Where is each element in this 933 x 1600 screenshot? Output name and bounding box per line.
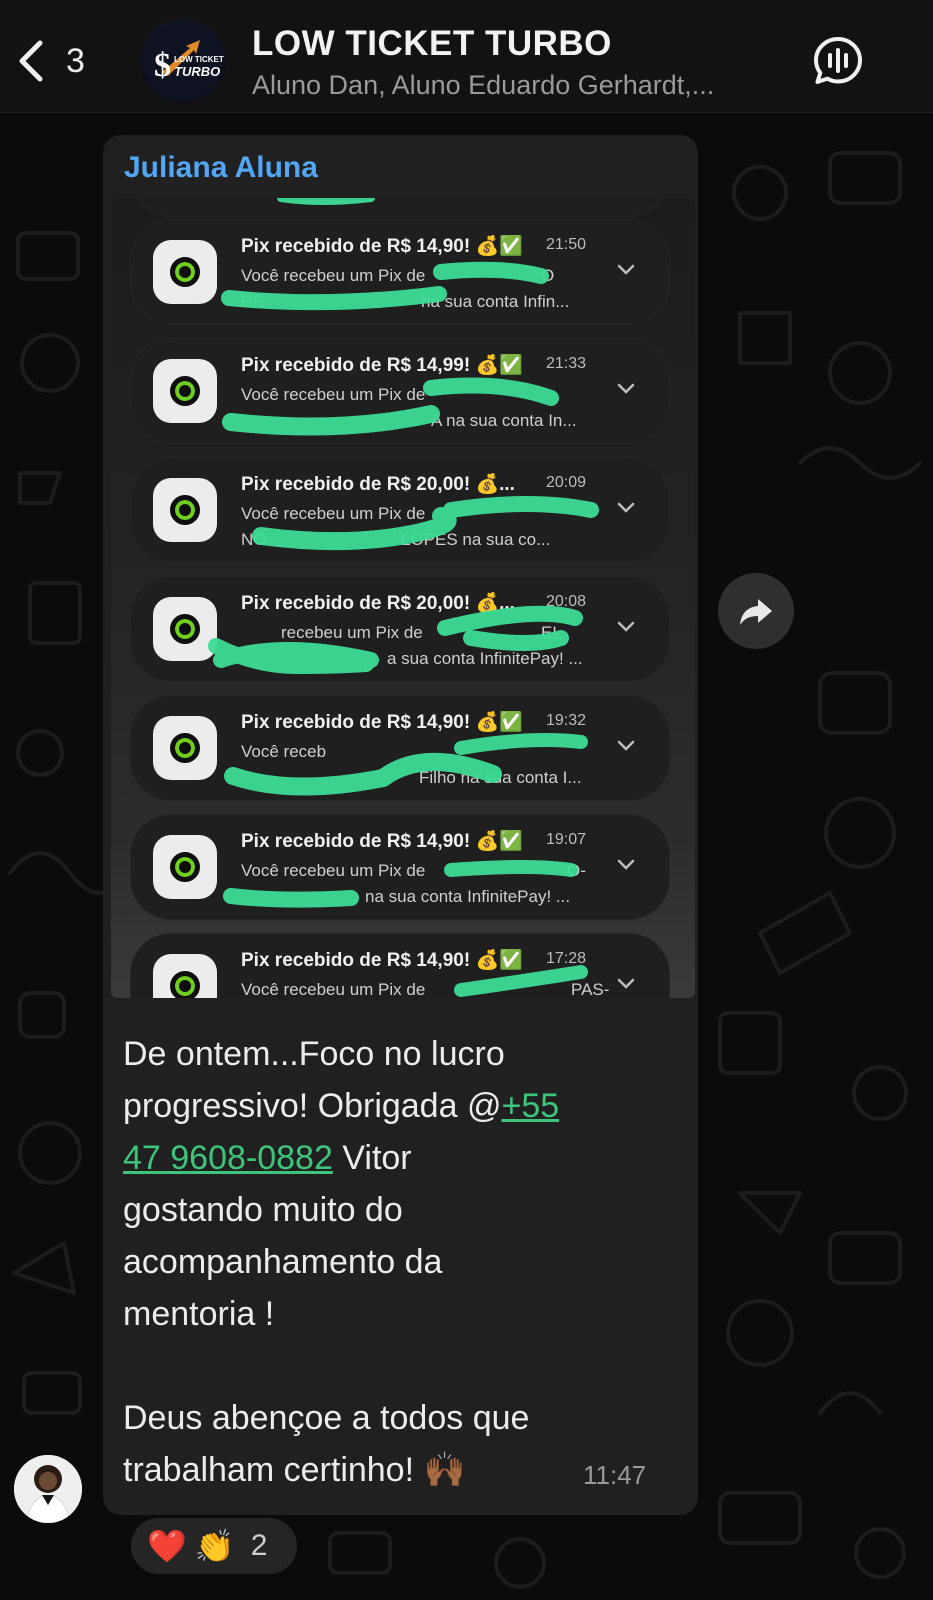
notification-body: Você receb	[241, 742, 327, 761]
back-button[interactable]: 3	[14, 36, 104, 86]
group-avatar[interactable]: $ LOW TICKET TURBO	[140, 18, 226, 104]
notification-time: 21:50	[546, 236, 587, 253]
infinitepay-app-icon	[153, 478, 217, 542]
notification-time: 19:32	[546, 712, 587, 729]
infinitepay-app-icon	[153, 359, 217, 423]
pix-notification: Pix recebido de R$ 20,00! 💰... 20:09 Voc…	[131, 458, 669, 562]
message-bubble[interactable]: Juliana Aluna Pix recebido de R$ 14,90! …	[103, 135, 698, 1515]
notification-body: Você recebeu um Pix de	[241, 980, 426, 998]
message-text-part: Vitor gostando muito do acompanhamento d…	[123, 1139, 530, 1489]
notification-time: 20:09	[546, 474, 587, 491]
group-call-button[interactable]	[812, 35, 864, 87]
notification-body: Você recebeu um Pix de	[241, 504, 426, 523]
infinitepay-app-icon	[153, 716, 217, 780]
reaction-count: 2	[250, 1529, 268, 1562]
pix-notification: Pix recebido de R$ 14,90! 💰✅ 17:28 Você …	[131, 934, 669, 998]
notification-body: NO	[241, 530, 267, 549]
notification-title: Pix recebido de R$ 20,00! 💰...	[241, 593, 515, 614]
pix-notification: Pix recebido de R$ 20,00! 💰... 20:08 rec…	[131, 577, 669, 681]
sender-avatar[interactable]	[14, 1455, 82, 1523]
message-text: De ontem...Foco no lucro progressivo! Ob…	[123, 1028, 663, 1496]
infinitepay-app-icon	[153, 597, 217, 661]
notification-body-tail: EL	[541, 623, 562, 642]
notification-body-tail: O-	[567, 861, 586, 880]
notification-body-tail: O	[541, 266, 555, 285]
notification-body-tail: LOPES na sua co...	[401, 530, 551, 549]
notification-body-tail: A na sua conta In...	[431, 411, 577, 430]
notification-body-tail: a sua conta InfinitePay! ...	[387, 649, 583, 668]
reactions-pill[interactable]: ❤️ 👏 2	[128, 1515, 300, 1577]
notification-body-tail: na sua conta InfinitePay! ...	[365, 887, 571, 906]
notification-time: 17:28	[546, 950, 587, 967]
chevron-left-icon	[19, 40, 43, 82]
clap-reaction-icon: 👏	[194, 1528, 235, 1564]
infinitepay-app-icon	[153, 835, 217, 899]
notification-body: Você recebeu um Pix de	[241, 385, 426, 404]
voice-chat-icon	[814, 37, 862, 84]
pix-notification: Pix recebido de R$ 14,90! 💰✅ 19:07 Você …	[131, 815, 669, 919]
group-title[interactable]: LOW TICKET TURBO	[252, 24, 612, 64]
unread-count: 3	[66, 41, 85, 80]
message-text-part: De ontem...Foco no lucro progressivo! Ob…	[123, 1035, 505, 1125]
chevron-down-icon	[617, 859, 635, 870]
notification-body: recebeu um Pix de	[281, 623, 423, 642]
svg-text:$: $	[154, 47, 171, 84]
chevron-down-icon	[617, 621, 635, 632]
svg-text:TURBO: TURBO	[174, 64, 220, 79]
notification-title: Pix recebido de R$ 14,90! 💰✅	[241, 712, 523, 733]
chat-header: 3 $ LOW TICKET TURBO LOW TICKET TURBO Al…	[0, 0, 933, 113]
chat-area[interactable]: Juliana Aluna Pix recebido de R$ 14,90! …	[0, 113, 933, 1600]
svg-text:LOW TICKET: LOW TICKET	[174, 55, 224, 64]
notification-title: Pix recebido de R$ 14,90! 💰✅	[241, 950, 523, 971]
chevron-down-icon	[617, 740, 635, 751]
chevron-down-icon	[617, 502, 635, 513]
notification-title: Pix recebido de R$ 20,00! 💰...	[241, 474, 515, 495]
notification-title: Pix recebido de R$ 14,90! 💰✅	[241, 831, 523, 852]
share-arrow-icon	[740, 599, 772, 625]
message-timestamp: 11:47	[583, 1460, 647, 1490]
notification-card-partial	[131, 198, 669, 216]
notification-body: BR	[241, 292, 265, 311]
heart-reaction-icon: ❤️	[147, 1528, 187, 1564]
sender-name[interactable]: Juliana Aluna	[124, 151, 318, 185]
notification-time: 20:08	[546, 593, 587, 610]
chevron-down-icon	[617, 383, 635, 394]
pix-notification: Pix recebido de R$ 14,90! 💰✅ 19:32 Você …	[131, 696, 669, 800]
pix-notification: Pix recebido de R$ 14,90! 💰✅ 21:50 Você …	[131, 220, 669, 324]
notification-body-tail: na sua conta Infin...	[421, 292, 570, 311]
notification-title: Pix recebido de R$ 14,99! 💰✅	[241, 355, 523, 376]
chevron-down-icon	[617, 264, 635, 275]
forward-button[interactable]	[718, 573, 794, 649]
group-members[interactable]: Aluno Dan, Aluno Eduardo Gerhardt,...	[252, 70, 714, 101]
infinitepay-app-icon	[153, 954, 217, 998]
notification-body: Você recebeu um Pix de	[241, 861, 426, 880]
chevron-down-icon	[617, 978, 635, 989]
notification-time: 19:07	[546, 831, 587, 848]
pix-notification: Pix recebido de R$ 14,99! 💰✅ 21:33 Você …	[131, 339, 669, 443]
infinitepay-app-icon	[153, 240, 217, 304]
notification-body-tail: PAS-	[571, 980, 610, 998]
notification-title: Pix recebido de R$ 14,90! 💰✅	[241, 236, 523, 257]
notification-time: 21:33	[546, 355, 587, 372]
attached-screenshot[interactable]: Pix recebido de R$ 14,90! 💰✅ 21:50 Você …	[111, 198, 695, 998]
low-ticket-turbo-logo-icon: $ LOW TICKET TURBO	[143, 21, 224, 101]
notification-body: Você recebeu um Pix de	[241, 266, 426, 285]
notification-body-tail: Filho na sua conta I...	[419, 768, 582, 787]
profile-photo-icon	[14, 1455, 82, 1523]
